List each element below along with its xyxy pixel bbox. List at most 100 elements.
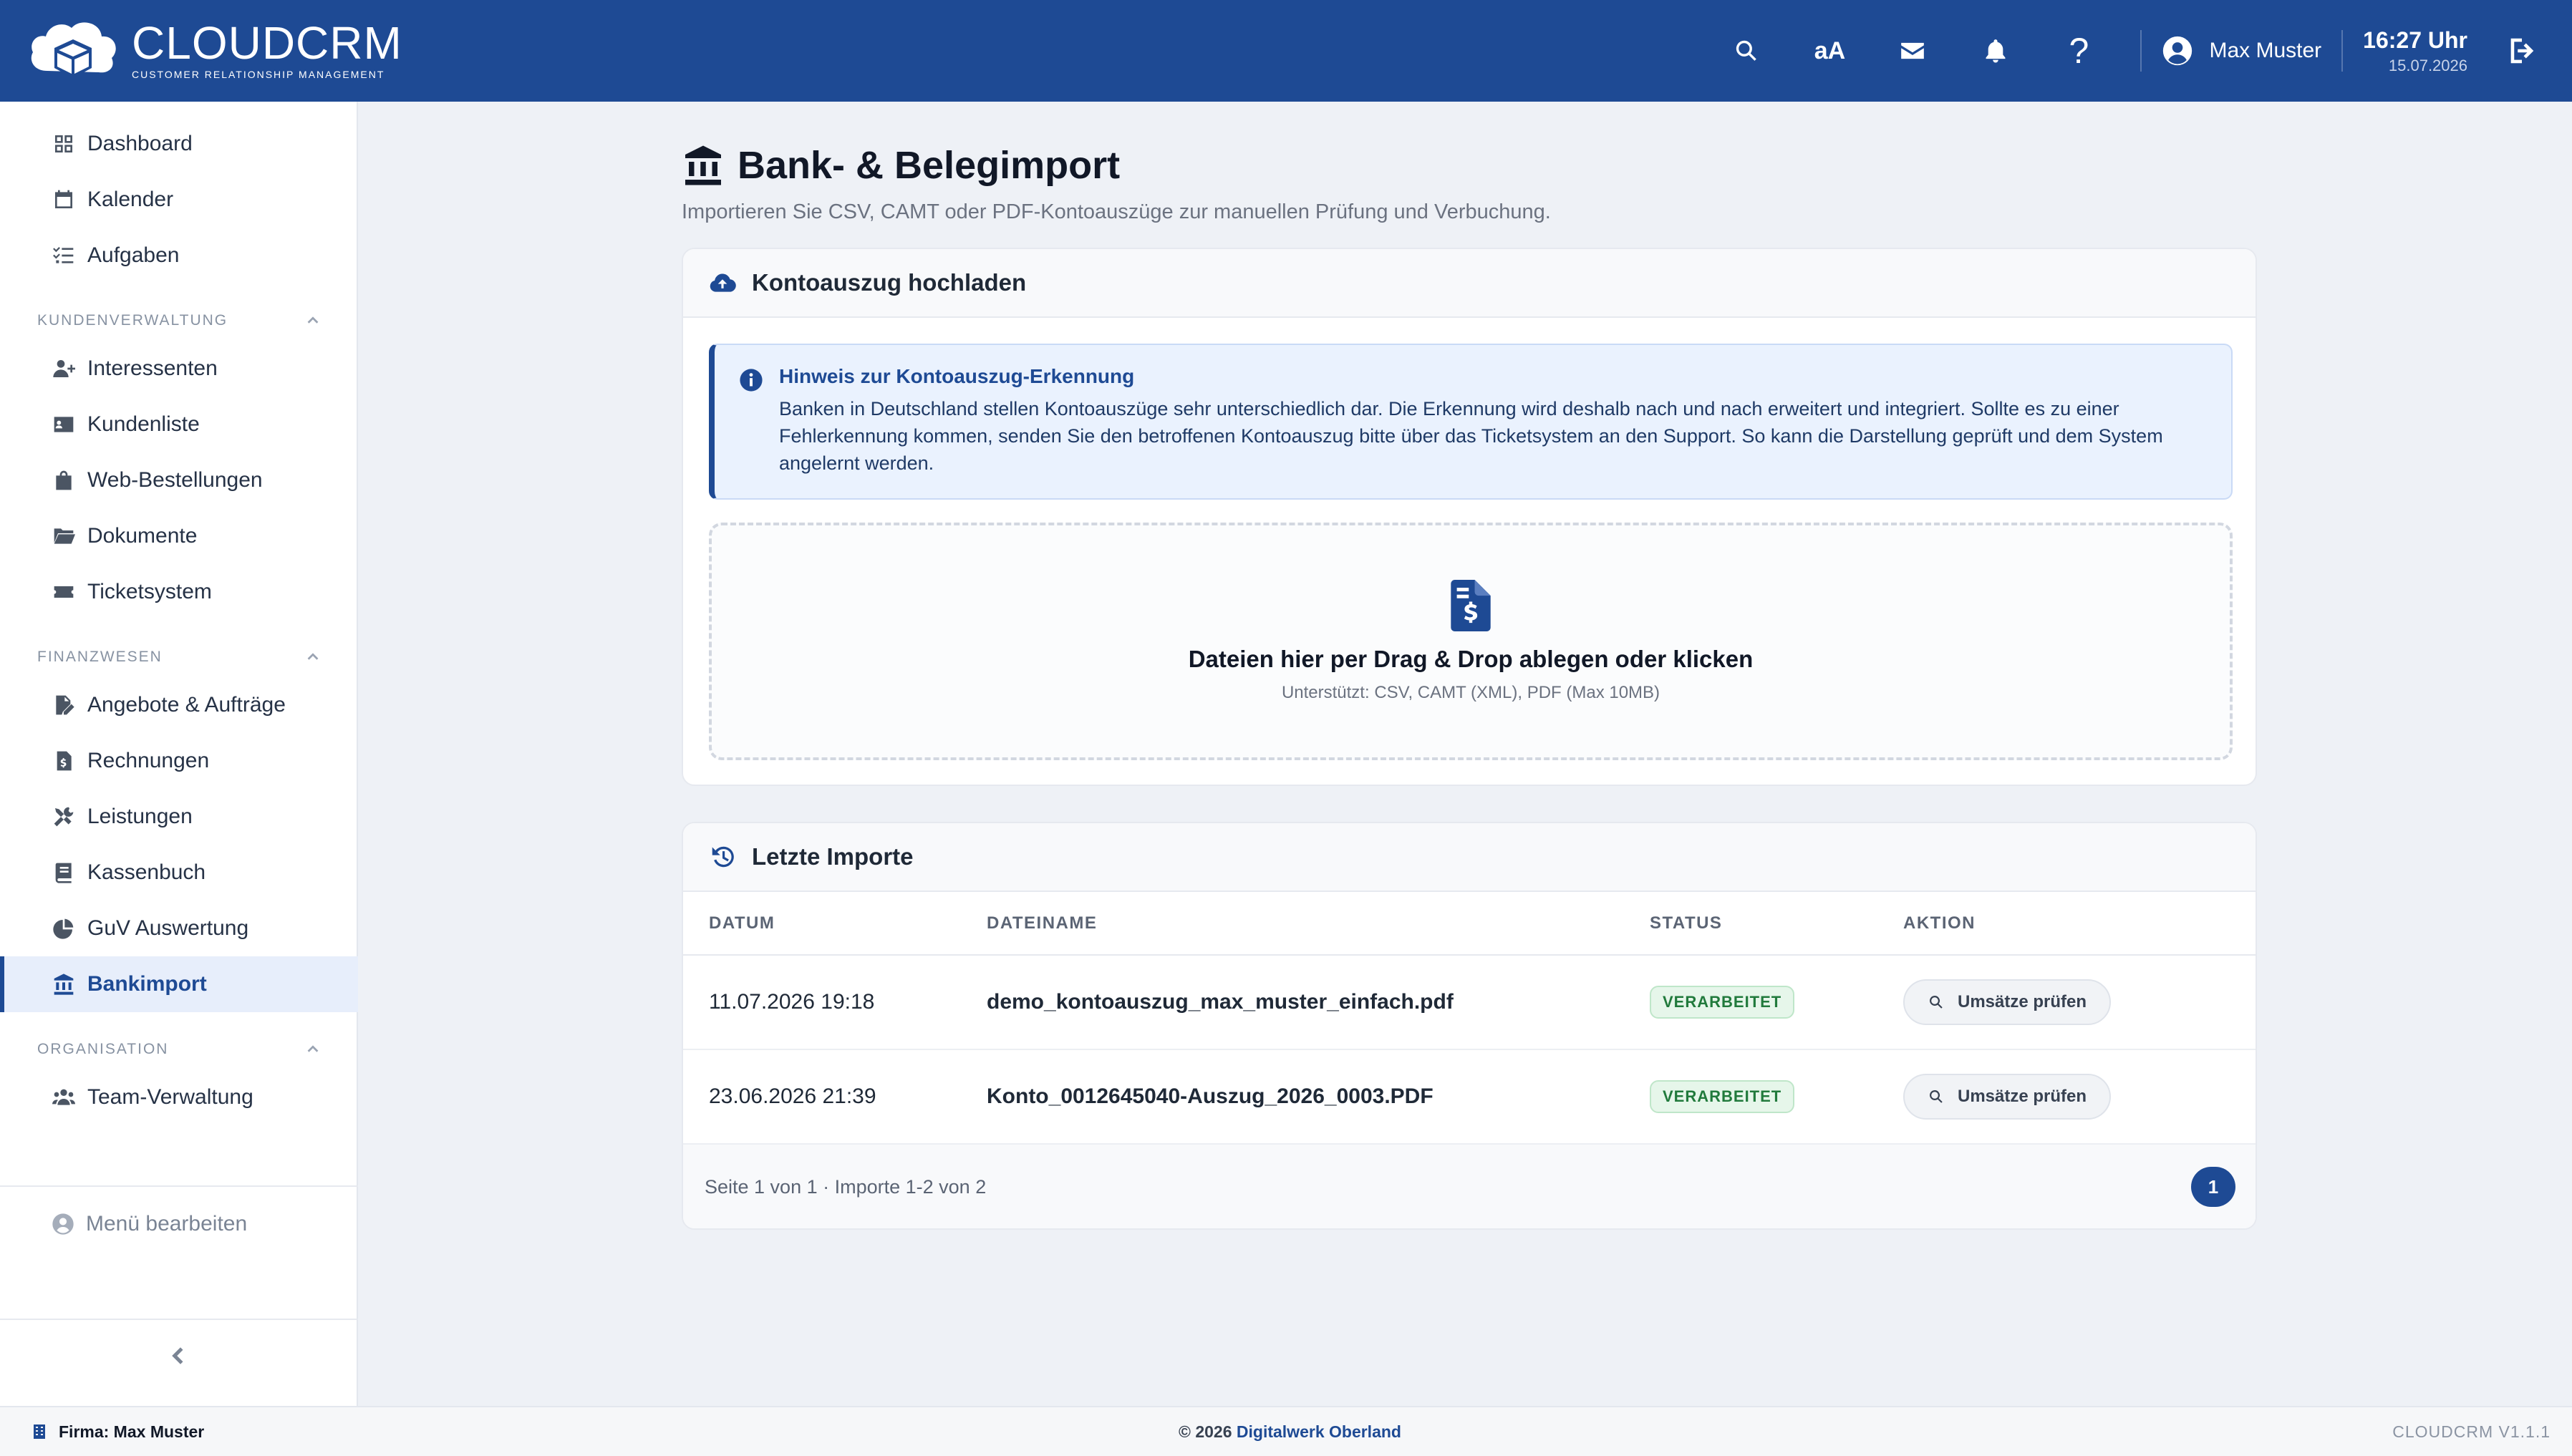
review-transactions-button[interactable]: Umsätze prüfen: [1903, 1074, 2112, 1120]
collapse-sidebar-button[interactable]: [162, 1339, 196, 1373]
page-header: Bank- & Belegimport Importieren Sie CSV,…: [682, 143, 1551, 224]
ticket-icon: [52, 580, 76, 604]
section-kundenverwaltung[interactable]: KUNDENVERWALTUNG: [0, 306, 358, 335]
clock-time: 16:27 Uhr: [2363, 26, 2467, 53]
tasks-icon: [52, 243, 76, 268]
copyright: © 2026 Digitalwerk Oberland: [1179, 1422, 1401, 1442]
column-header[interactable]: DATEINAME: [987, 892, 1650, 956]
address-card-icon: [52, 412, 76, 437]
bell-icon[interactable]: [1967, 22, 2024, 79]
file-invoice-dollar-icon: [1451, 580, 1491, 631]
column-header[interactable]: DATUM: [683, 892, 987, 956]
sidebar-item-label: Aufgaben: [87, 243, 180, 267]
brand-logo[interactable]: CLOUDCRM CUSTOMER RELATIONSHIP MANAGEMEN…: [26, 15, 402, 87]
cloud-upload-icon: [710, 273, 736, 292]
user-name: Max Muster: [2209, 39, 2322, 62]
font-size-label: aA: [1814, 37, 1846, 64]
sidebar-item-dashboard[interactable]: Dashboard: [0, 116, 358, 172]
column-header[interactable]: STATUS: [1650, 892, 1903, 956]
sidebar: Dashboard Kalender Aufgaben KUNDENVERWAL…: [0, 102, 358, 1406]
sidebar-item-label: Ticketsystem: [87, 580, 212, 603]
sidebar-item-angebote-auftraege[interactable]: Angebote & Aufträge: [0, 677, 358, 733]
company-indicator: Firma: Max Muster: [33, 1422, 204, 1442]
sidebar-item-label: Kundenliste: [87, 412, 200, 436]
page-subtitle: Importieren Sie CSV, CAMT oder PDF-Konto…: [682, 200, 1551, 223]
section-title: FINANZWESEN: [37, 649, 163, 665]
top-actions: aA ? Max Muster 16:27 Uhr 15.07.2026: [1705, 0, 2572, 102]
sidebar-item-label: Kalender: [87, 188, 174, 211]
page-title-text: Bank- & Belegimport: [738, 144, 1121, 187]
menu-edit-button[interactable]: Menü bearbeiten: [0, 1200, 358, 1248]
divider: [0, 1185, 358, 1187]
clock: 16:27 Uhr 15.07.2026: [2363, 27, 2467, 75]
search-icon[interactable]: [1718, 22, 1775, 79]
button-label: Umsätze prüfen: [1958, 992, 2087, 1011]
chevron-up-icon: [305, 313, 321, 329]
import-date: 23.06.2026 21:39: [683, 1049, 987, 1145]
file-dropzone[interactable]: Dateien hier per Drag & Drop ablegen ode…: [709, 523, 2233, 760]
sidebar-item-aufgaben[interactable]: Aufgaben: [0, 228, 358, 283]
sidebar-item-kalender[interactable]: Kalender: [0, 172, 358, 228]
sidebar-item-bankimport[interactable]: Bankimport: [0, 956, 358, 1012]
section-title: ORGANISATION: [37, 1041, 169, 1057]
help-icon[interactable]: ?: [2050, 22, 2107, 79]
chevron-left-icon: [172, 1347, 183, 1364]
sidebar-item-rechnungen[interactable]: Rechnungen: [0, 733, 358, 789]
import-date: 11.07.2026 19:18: [683, 955, 987, 1050]
divider: [2341, 30, 2344, 72]
users-icon: [52, 1085, 76, 1110]
section-finanzwesen[interactable]: FINANZWESEN: [0, 643, 358, 671]
company-link[interactable]: Digitalwerk Oberland: [1237, 1422, 1401, 1441]
sidebar-item-label: GuV Auswertung: [87, 916, 249, 940]
table-row: 11.07.2026 19:18 demo_kontoauszug_max_mu…: [683, 955, 2256, 1050]
bank-icon: [52, 972, 76, 996]
sidebar-item-team-verwaltung[interactable]: Team-Verwaltung: [0, 1069, 358, 1125]
pagination-bar: Seite 1 von 1 · Importe 1-2 von 2 1: [683, 1145, 2256, 1228]
top-bar: CLOUDCRM CUSTOMER RELATIONSHIP MANAGEMEN…: [0, 0, 2572, 102]
dropzone-title: Dateien hier per Drag & Drop ablegen ode…: [1188, 646, 1754, 672]
sidebar-item-kundenliste[interactable]: Kundenliste: [0, 397, 358, 452]
dashboard-icon: [52, 132, 76, 156]
notice-body: Banken in Deutschland stellen Kontoauszü…: [779, 398, 2163, 474]
notice-box: Hinweis zur Kontoauszug-Erkennung Banken…: [709, 344, 2233, 500]
sidebar-item-dokumente[interactable]: Dokumente: [0, 508, 358, 564]
footer: Firma: Max Muster © 2026 Digitalwerk Obe…: [0, 1406, 2572, 1456]
sidebar-item-label: Web-Bestellungen: [87, 468, 263, 492]
pie-chart-icon: [52, 916, 76, 941]
bank-icon: [685, 145, 721, 185]
shopping-bag-icon: [52, 468, 76, 492]
import-filename: demo_kontoauszug_max_muster_einfach.pdf: [987, 955, 1650, 1050]
user-circle-icon: [52, 1213, 74, 1235]
card-title: Letzte Importe: [752, 843, 914, 870]
sidebar-item-web-bestellungen[interactable]: Web-Bestellungen: [0, 452, 358, 508]
logout-icon[interactable]: [2493, 22, 2551, 79]
user-plus-icon: [52, 356, 76, 381]
action-cell: Umsätze prüfen: [1903, 955, 2256, 1050]
user-menu[interactable]: Max Muster: [2162, 35, 2321, 67]
status-cell: VERARBEITET: [1650, 955, 1903, 1050]
sidebar-item-label: Angebote & Aufträge: [87, 693, 286, 717]
font-size-icon[interactable]: aA: [1801, 22, 1858, 79]
user-avatar-icon: [2163, 36, 2193, 66]
sidebar-item-leistungen[interactable]: Leistungen: [0, 789, 358, 845]
info-icon: [740, 369, 763, 392]
review-transactions-button[interactable]: Umsätze prüfen: [1903, 979, 2112, 1025]
search-icon: [1930, 1090, 1943, 1103]
sidebar-item-label: Rechnungen: [87, 749, 210, 772]
section-title: KUNDENVERWALTUNG: [37, 312, 228, 329]
page-button-current[interactable]: 1: [2191, 1167, 2235, 1207]
button-label: Umsätze prüfen: [1958, 1087, 2087, 1106]
sidebar-item-ticketsystem[interactable]: Ticketsystem: [0, 564, 358, 620]
sidebar-item-kassenbuch[interactable]: Kassenbuch: [0, 845, 358, 901]
section-organisation[interactable]: ORGANISATION: [0, 1035, 358, 1064]
sidebar-item-guv-auswertung[interactable]: GuV Auswertung: [0, 901, 358, 956]
sidebar-item-interessenten[interactable]: Interessenten: [0, 341, 358, 397]
status-badge: VERARBEITET: [1650, 986, 1795, 1019]
sidebar-item-label: Bankimport: [87, 972, 207, 996]
chevron-up-icon: [305, 649, 321, 665]
pagination-info: Seite 1 von 1 · Importe 1-2 von 2: [705, 1175, 987, 1198]
action-cell: Umsätze prüfen: [1903, 1049, 2256, 1145]
history-icon: [712, 846, 734, 868]
mail-icon[interactable]: [1884, 22, 1941, 79]
table-header-row: DATUM DATEINAME STATUS AKTION: [683, 892, 2256, 956]
